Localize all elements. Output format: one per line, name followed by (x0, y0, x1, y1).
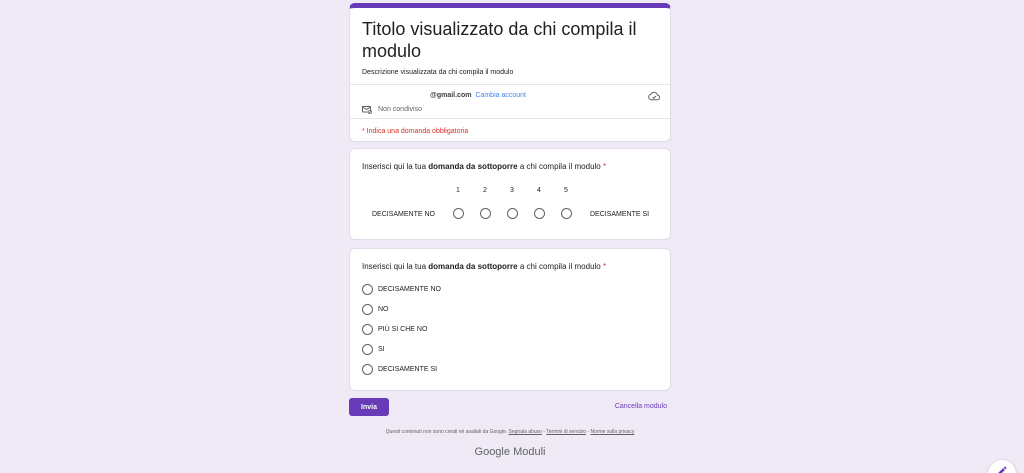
option-radio[interactable] (362, 304, 373, 315)
form-header-card: Titolo visualizzato da chi compila il mo… (349, 3, 671, 142)
scale-number-2: 2 (483, 187, 487, 194)
pencil-icon (998, 466, 1007, 473)
form-description: Descrizione visualizzata da chi compila … (362, 69, 514, 76)
question-bold: domanda da sottoporre (428, 162, 518, 171)
option-label: PIÙ SI CHE NO (378, 326, 428, 333)
option-radio[interactable] (362, 344, 373, 355)
report-abuse-link[interactable]: Segnala abuso (509, 429, 542, 435)
google-forms-logo[interactable]: Google Moduli (349, 446, 671, 458)
required-note: * Indica una domanda obbligatoria (362, 128, 469, 135)
not-shared-icon (362, 106, 372, 114)
option-label: SI (378, 346, 385, 353)
question-card-linear-scale: Inserisci qui la tua domanda da sottopor… (349, 148, 671, 240)
scale-number-4: 4 (537, 187, 541, 194)
account-divider (350, 118, 670, 119)
form-title: Titolo visualizzato da chi compila il mo… (362, 19, 637, 61)
cloud-icon[interactable] (648, 91, 660, 101)
question-suffix: a chi compila il modulo (517, 162, 603, 171)
clear-form-button[interactable]: Cancella modulo (615, 403, 667, 410)
account-email: @gmail.com (430, 92, 472, 99)
scale-radio-5[interactable] (561, 208, 572, 219)
question-card-multiple-choice: Inserisci qui la tua domanda da sottopor… (349, 248, 671, 391)
question-bold: domanda da sottoporre (428, 262, 518, 271)
scale-high-label: DECISAMENTE SI (590, 211, 650, 218)
scale-number-1: 1 (456, 187, 460, 194)
edit-button[interactable] (988, 460, 1016, 473)
brand-product: Moduli (513, 446, 546, 458)
question-suffix: a chi compila il modulo (517, 262, 603, 271)
option-label: DECISAMENTE NO (378, 286, 442, 293)
required-asterisk: * (602, 162, 607, 171)
question-prefix: Inserisci qui la tua (362, 162, 429, 171)
footer-disclaimer: Questi contenuti non sono creati né aval… (349, 429, 671, 435)
submit-button[interactable]: Invia (349, 398, 389, 416)
option-radio[interactable] (362, 324, 373, 335)
header-divider (350, 84, 670, 85)
scale-number-3: 3 (510, 187, 514, 194)
option-radio[interactable] (362, 364, 373, 375)
account-info: @gmail.com Cambia account (430, 92, 526, 99)
scale-radio-1[interactable] (453, 208, 464, 219)
not-shared-label: Non condiviso (378, 106, 422, 113)
scale-number-5: 5 (564, 187, 568, 194)
scale-radio-2[interactable] (480, 208, 491, 219)
required-asterisk: * (602, 262, 607, 271)
disclaimer-text: Questi contenuti non sono creati né aval… (385, 429, 508, 435)
switch-account-link[interactable]: Cambia account (475, 92, 526, 99)
question-text: Inserisci qui la tua domanda da sottopor… (362, 162, 606, 171)
privacy-link[interactable]: Norme sulla privacy (590, 429, 634, 435)
option-radio[interactable] (362, 284, 373, 295)
brand-google: Google (474, 446, 510, 458)
scale-low-label: DECISAMENTE NO (372, 211, 436, 218)
question-prefix: Inserisci qui la tua (362, 262, 429, 271)
option-label: NO (378, 306, 389, 313)
terms-link[interactable]: Termini di servizio (546, 429, 586, 435)
scale-radio-3[interactable] (507, 208, 518, 219)
form-column: Titolo visualizzato da chi compila il mo… (349, 0, 671, 473)
option-label: DECISAMENTE SI (378, 366, 438, 373)
question-text: Inserisci qui la tua domanda da sottopor… (362, 262, 606, 271)
scale-radio-4[interactable] (534, 208, 545, 219)
